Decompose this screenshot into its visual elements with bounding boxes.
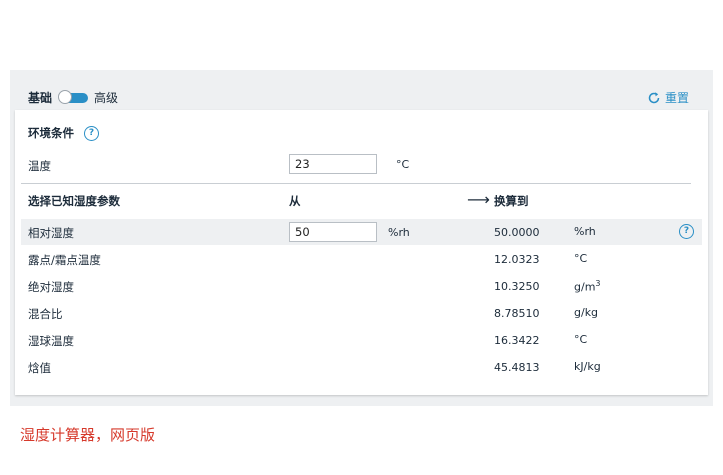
- convert-to-header: 换算到: [494, 194, 529, 208]
- param-unit: %rh: [574, 225, 596, 238]
- param-name: 混合比: [28, 307, 63, 321]
- calculator-panel: 基础 高级 重置 环境条件 ? 温度 °C 选择已知湿度参数 从 ⟶ 换算到: [10, 70, 713, 406]
- input-unit: %rh: [388, 226, 410, 239]
- divider: [21, 183, 691, 184]
- mode-toggle[interactable]: [58, 89, 89, 104]
- param-value: 45.4813: [494, 361, 540, 374]
- conditions-section: 环境条件 ?: [28, 125, 99, 141]
- param-name: 绝对湿度: [28, 280, 74, 294]
- calculator-card: 环境条件 ? 温度 °C 选择已知湿度参数 从 ⟶ 换算到 相对湿度 %rh 5…: [15, 110, 708, 395]
- caption: 湿度计算器，网页版: [20, 426, 156, 444]
- basic-mode-label[interactable]: 基础: [28, 89, 52, 106]
- conditions-title: 环境条件: [28, 126, 74, 140]
- advanced-mode-label[interactable]: 高级: [94, 89, 118, 106]
- param-unit: kJ/kg: [574, 360, 601, 373]
- from-header: 从: [289, 194, 301, 208]
- temperature-label: 温度: [28, 159, 51, 173]
- param-unit: °C: [574, 252, 588, 265]
- param-value: 10.3250: [494, 280, 540, 293]
- param-row-mixing-ratio[interactable]: 混合比 8.78510 g/kg: [21, 300, 702, 326]
- param-value: 12.0323: [494, 253, 540, 266]
- param-name: 湿球温度: [28, 334, 74, 348]
- param-row-enthalpy[interactable]: 焓值 45.4813 kJ/kg: [21, 354, 702, 380]
- arrow-right-icon: ⟶: [467, 190, 490, 209]
- param-value: 16.3422: [494, 334, 540, 347]
- param-row-relative-humidity[interactable]: 相对湿度 %rh 50.0000 %rh ?: [21, 219, 702, 245]
- param-value: 8.78510: [494, 307, 540, 320]
- select-param-header: 选择已知湿度参数: [28, 194, 120, 208]
- param-unit: g/kg: [574, 306, 599, 319]
- help-icon[interactable]: ?: [84, 125, 99, 141]
- temperature-input[interactable]: [289, 154, 377, 174]
- param-value: 50.0000: [494, 226, 540, 239]
- help-icon[interactable]: ?: [679, 224, 694, 239]
- param-unit: °C: [574, 333, 588, 346]
- unit-superscript: 3: [595, 279, 601, 288]
- toggle-knob: [58, 89, 73, 104]
- unit-base: g/m: [574, 280, 596, 294]
- relative-humidity-input[interactable]: [289, 222, 377, 242]
- param-row-wet-bulb[interactable]: 湿球温度 16.3422 °C: [21, 327, 702, 353]
- temperature-unit: °C: [396, 158, 410, 171]
- reset-label: 重置: [664, 91, 689, 105]
- param-name: 露点/霜点温度: [28, 253, 101, 267]
- mode-switch: 基础 高级: [28, 89, 118, 106]
- reset-button[interactable]: 重置: [647, 89, 689, 106]
- top-bar: 基础 高级 重置: [10, 70, 713, 110]
- param-name: 焓值: [28, 361, 51, 375]
- param-unit: g/m3: [574, 279, 601, 294]
- param-row-dew-point[interactable]: 露点/霜点温度 12.0323 °C: [21, 246, 702, 272]
- refresh-icon: [648, 91, 660, 103]
- param-row-absolute-humidity[interactable]: 绝对湿度 10.3250 g/m3: [21, 273, 702, 299]
- param-name: 相对湿度: [28, 226, 74, 240]
